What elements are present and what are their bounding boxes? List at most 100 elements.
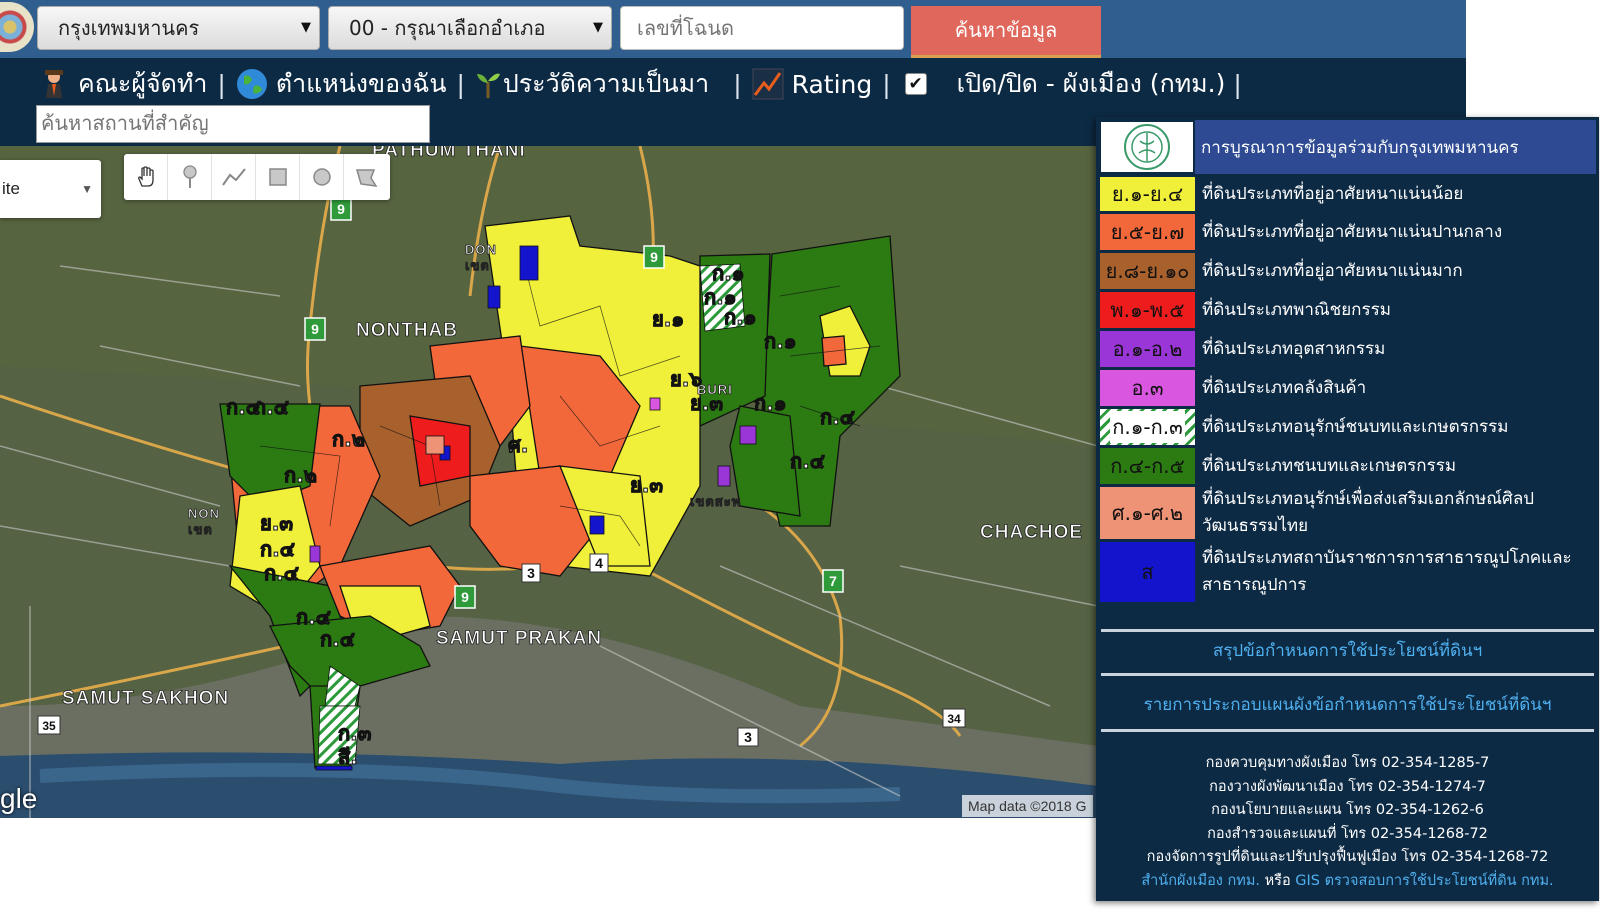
legend-swatch-code: ก.๑-ก.๓ [1110, 411, 1185, 443]
legend-row: ย.๘-ย.๑๐ ที่ดินประเภทที่อยู่อาศัยหนาแน่น… [1099, 252, 1596, 290]
nav-item-my-location[interactable]: ตำแหน่งของฉัน [236, 64, 446, 104]
circle-tool[interactable] [300, 154, 344, 200]
legend-swatch: ก.๑-ก.๓ [1099, 408, 1196, 446]
district-select[interactable]: 00 - กรุณาเลือกอำเภอ ▼ [328, 6, 612, 50]
bangkok-seal-logo [1099, 120, 1195, 174]
zone-label: ย.๓ [690, 391, 723, 415]
nav-separator: | [882, 69, 891, 99]
legend-description: ที่ดินประเภทอนุรักษ์ชนบทและเกษตรกรรม [1202, 416, 1509, 437]
place-label: NONTHAB [356, 320, 458, 341]
place-label: เขต [465, 258, 490, 273]
zone-label: ก.๔ [790, 449, 825, 473]
footer-or-text: หรือ [1264, 872, 1291, 889]
zone-label: ก.๑ [712, 261, 744, 285]
legend-swatch: ย.๘-ย.๑๐ [1099, 252, 1196, 290]
place-label: PATHUM THANI [372, 146, 526, 161]
legend-row: ย.๑-ย.๔ ที่ดินประเภทที่อยู่อาศัยหนาแน่นน… [1099, 176, 1596, 212]
chevron-down-icon: ▼ [593, 20, 603, 35]
place-label: NON [188, 506, 220, 521]
route-shield-number: 9 [650, 249, 658, 265]
chevron-down-icon: ▼ [301, 20, 311, 35]
legend-description: ที่ดินประเภทที่อยู่อาศัยหนาแน่นมาก [1202, 260, 1463, 281]
nav-label-history: ประวัติความเป็นมา [502, 69, 710, 98]
nav-item-history[interactable]: ประวัติความเป็นมา [475, 64, 709, 104]
zone-label: ก.๔ [320, 627, 355, 651]
legend-row: พ.๑-พ.๕ ที่ดินประเภทพาณิชยกรรม [1099, 291, 1596, 329]
landmark-search-input[interactable] [36, 105, 430, 143]
province-select[interactable]: กรุงเทพมหานคร ▼ [37, 6, 320, 50]
seal-icon [1124, 124, 1170, 170]
nav-separator: | [456, 69, 465, 99]
legend-description: ที่ดินประเภทคลังสินค้า [1202, 377, 1367, 398]
legend-swatch: ศ.๑-ศ.๒ [1099, 486, 1196, 540]
route-shield-number: 3 [527, 565, 535, 581]
zone-label: ศ. [508, 433, 528, 457]
city-plan-toggle-checkbox[interactable]: ✔ [904, 73, 927, 95]
plan-components-link[interactable]: รายการประกอบแผนผังข้อกำหนดการใช้ประโยชน์… [1099, 685, 1596, 725]
pan-hand-tool[interactable] [124, 154, 168, 200]
deed-number-input[interactable] [620, 6, 904, 50]
circle-icon [312, 168, 331, 186]
route-shield-number: 3 [744, 729, 752, 745]
zone-label: ย.๓ [260, 511, 293, 535]
nav-item-rating[interactable]: Rating [752, 68, 873, 100]
legend-row: ก.๑-ก.๓ ที่ดินประเภทอนุรักษ์ชนบทและเกษตร… [1099, 408, 1596, 446]
nav-separator: | [217, 69, 226, 99]
google-logo: gle [0, 783, 38, 814]
route-shield: 35 [37, 715, 61, 735]
route-shield: 3 [737, 727, 759, 747]
zone-label: ก.๔ [226, 395, 261, 419]
map-canvas[interactable]: PATHUM THANI NONTHAB SAMUT PRAKAN SAMUT … [0, 146, 1098, 818]
nav-separator: | [1233, 69, 1242, 99]
nav-label-team: คณะผู้จัดทำ [78, 69, 208, 98]
rectangle-icon [268, 168, 287, 186]
legend-swatch: ย.๕-ย.๗ [1099, 213, 1196, 251]
legend-row: อ.๑-อ.๒ ที่ดินประเภทอุตสาหกรรม [1099, 330, 1596, 368]
contact-line: กองควบคุมทางผังเมือง โทร 02-354-1285-7 [1205, 755, 1490, 771]
zone-label: ก.๒ [332, 427, 365, 451]
place-label: SAMUT SAKHON [62, 688, 229, 709]
route-shield-number: 4 [595, 555, 603, 571]
contact-line: กองจัดการรูปที่ดินและปรับปรุงฟื้นฟูเมือง… [1146, 849, 1549, 865]
gis-land-use-link[interactable]: GIS ตรวจสอบการใช้ประโยชน์ที่ดิน กทม. [1295, 873, 1553, 889]
legend-row: อ.๓ ที่ดินประเภทคลังสินค้า [1099, 369, 1596, 407]
district-select-value: 00 - กรุณาเลือกอำเภอ [349, 16, 546, 40]
search-button[interactable]: ค้นหาข้อมูล [911, 6, 1101, 58]
zone-label: ก.๑ [724, 305, 756, 329]
province-select-value: กรุงเทพมหานคร [58, 16, 200, 40]
nav-item-team[interactable]: คณะผู้จัดทำ [38, 64, 207, 104]
polygon-icon [356, 169, 378, 187]
nav-label-city-plan-toggle: เปิด/ปิด - ผังเมือง (กทม.) [956, 69, 1226, 98]
zone-label: ย.๖ [670, 367, 702, 391]
map-attribution[interactable]: Map data ©2018 G [962, 795, 1093, 817]
route-shield: 4 [589, 553, 609, 573]
marker-tool[interactable] [168, 154, 212, 200]
legend-description: ที่ดินประเภทอุตสาหกรรม [1202, 338, 1386, 359]
legend-swatch: ก.๔-ก.๕ [1099, 447, 1196, 485]
legend-row: ย.๕-ย.๗ ที่ดินประเภทที่อยู่อาศัยหนาแน่นป… [1099, 213, 1596, 251]
zone-label: ย.๑ [652, 307, 684, 331]
polyline-icon [221, 168, 246, 186]
map-pin-icon [182, 165, 197, 188]
city-planning-dept-link[interactable]: สำนักผังเมือง กทม. [1141, 873, 1260, 889]
polygon-tool[interactable] [344, 154, 388, 200]
legend-row: ศ.๑-ศ.๒ ที่ดินประเภทอนุรักษ์เพื่อส่งเสริ… [1099, 486, 1596, 540]
place-label: DON [465, 242, 497, 257]
legend-swatch: อ.๑-อ.๒ [1099, 330, 1196, 368]
land-use-summary-link[interactable]: สรุปข้อกำหนดการใช้ประโยชน์ที่ดินฯ [1099, 631, 1596, 671]
legend-description: ที่ดินประเภทที่อยู่อาศัยหนาแน่นปานกลาง [1202, 221, 1503, 242]
route-shield: 9 [304, 317, 326, 341]
legend-row: ก.๔-ก.๕ ที่ดินประเภทชนบทและเกษตรกรรม [1099, 447, 1596, 485]
nav-separator: | [733, 69, 742, 99]
map-type-dropdown[interactable]: ite ▼ [0, 160, 101, 218]
place-label: เขต [188, 522, 213, 537]
route-shield-number: 7 [829, 573, 837, 589]
nav-menu: คณะผู้จัดทำ | ตำแหน่งของฉัน | ประวัติควา… [38, 62, 1252, 106]
nav-label-rating: Rating [791, 69, 873, 99]
drawing-toolbar [124, 154, 390, 200]
chevron-down-icon: ▼ [81, 182, 93, 196]
zone-label: ก.๑ [764, 329, 796, 353]
legend-header: การบูรณาการข้อมูลร่วมกับกรุงเทพมหานคร [1099, 120, 1596, 174]
rectangle-tool[interactable] [256, 154, 300, 200]
polyline-tool[interactable] [212, 154, 256, 200]
